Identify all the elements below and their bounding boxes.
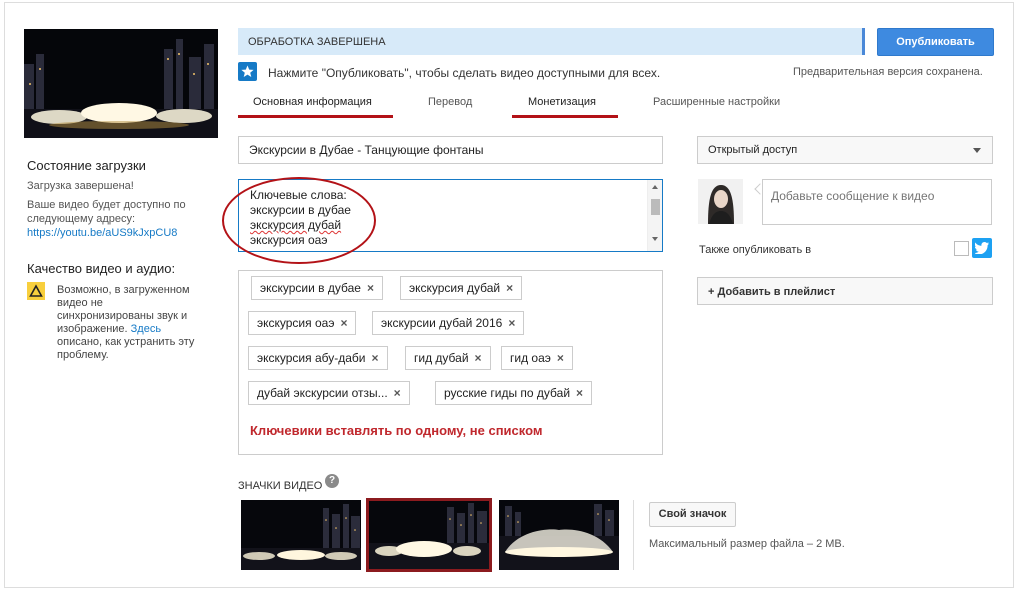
- tab-monetization[interactable]: Монетизация: [528, 96, 596, 108]
- description-scrollbar[interactable]: [647, 180, 662, 251]
- video-title-input[interactable]: [238, 136, 663, 164]
- warning-help-link[interactable]: Здесь: [131, 323, 161, 335]
- tag-remove-icon[interactable]: ×: [576, 386, 583, 400]
- star-icon: [238, 62, 257, 81]
- tab-advanced-settings[interactable]: Расширенные настройки: [653, 96, 780, 108]
- tag-remove-icon[interactable]: ×: [508, 316, 515, 330]
- video-address-line: следующему адресу:: [27, 213, 136, 225]
- video-address-line: Ваше видео будет доступно по: [27, 199, 186, 211]
- privacy-value: Открытый доступ: [708, 144, 798, 156]
- upload-status-text: Загрузка завершена!: [27, 180, 134, 192]
- tab-basic-info[interactable]: Основная информация: [253, 96, 372, 108]
- twitter-icon[interactable]: [972, 238, 992, 258]
- tag-chip[interactable]: экскурсия дубай ×: [400, 276, 523, 300]
- add-to-playlist-button[interactable]: + Добавить в плейлист: [697, 277, 993, 305]
- tag-remove-icon[interactable]: ×: [367, 281, 374, 295]
- publish-hint: Нажмите "Опубликовать", чтобы сделать ви…: [268, 66, 661, 80]
- processing-progress-edge: [862, 28, 865, 55]
- processing-status-bar: ОБРАБОТКА ЗАВЕРШЕНА: [238, 28, 862, 55]
- tab-translation[interactable]: Перевод: [428, 96, 472, 108]
- annotation-oval: [222, 177, 376, 264]
- video-thumbnails-label: ЗНАЧКИ ВИДЕО: [238, 480, 323, 492]
- tag-remove-icon[interactable]: ×: [372, 351, 379, 365]
- upload-status-heading: Состояние загрузки: [27, 158, 146, 173]
- video-preview[interactable]: [24, 29, 218, 138]
- tag-chip[interactable]: гид оаэ ×: [501, 346, 573, 370]
- tag-remove-icon[interactable]: ×: [557, 351, 564, 365]
- tag-chip[interactable]: экскурсия абу-даби ×: [248, 346, 388, 370]
- warning-icon: [27, 282, 45, 300]
- video-url-link[interactable]: https://youtu.be/aUS9kJxpCU8: [27, 226, 177, 240]
- scroll-down-arrow-icon[interactable]: [652, 237, 658, 241]
- max-file-size-note: Максимальный размер файла – 2 MB.: [649, 538, 845, 550]
- thumbnail-option[interactable]: [241, 500, 361, 570]
- help-icon[interactable]: ?: [325, 474, 339, 488]
- tag-chip[interactable]: гид дубай ×: [405, 346, 491, 370]
- tab-active-underline: [238, 115, 393, 118]
- custom-thumbnail-button[interactable]: Свой значок: [649, 502, 736, 527]
- tag-chip[interactable]: экскурсия оаэ ×: [248, 311, 357, 335]
- tag-remove-icon[interactable]: ×: [394, 386, 401, 400]
- share-message-input[interactable]: [762, 179, 992, 225]
- tag-remove-icon[interactable]: ×: [340, 316, 347, 330]
- thumbnail-option[interactable]: [499, 500, 619, 570]
- privacy-select[interactable]: Открытый доступ: [697, 136, 993, 164]
- tag-remove-icon[interactable]: ×: [475, 351, 482, 365]
- twitter-share-checkbox[interactable]: [954, 241, 969, 256]
- thumbnail-divider: [633, 500, 634, 570]
- chevron-down-icon: [973, 148, 981, 153]
- scrollbar-thumb[interactable]: [651, 199, 660, 215]
- draft-saved-note: Предварительная версия сохранена.: [793, 66, 983, 78]
- tag-chip[interactable]: дубай экскурсии отзы... ×: [248, 381, 410, 405]
- tag-chip[interactable]: экскурсии дубай 2016 ×: [372, 311, 525, 335]
- also-publish-label: Также опубликовать в: [699, 244, 812, 256]
- keywords-annotation: Ключевики вставлять по одному, не списко…: [250, 423, 543, 438]
- tag-chip[interactable]: экскурсии в дубае ×: [251, 276, 383, 300]
- publish-button[interactable]: Опубликовать: [877, 28, 994, 56]
- sync-warning-text: Возможно, в загруженном видео не синхрон…: [57, 284, 195, 361]
- tab-underline-annotation: [512, 115, 618, 118]
- tag-remove-icon[interactable]: ×: [506, 281, 513, 295]
- thumbnail-option-selected[interactable]: [366, 498, 492, 572]
- scroll-up-arrow-icon[interactable]: [652, 185, 658, 189]
- avatar: [698, 179, 743, 224]
- tag-chip[interactable]: русские гиды по дубай ×: [435, 381, 593, 405]
- quality-heading: Качество видео и аудио:: [27, 261, 176, 276]
